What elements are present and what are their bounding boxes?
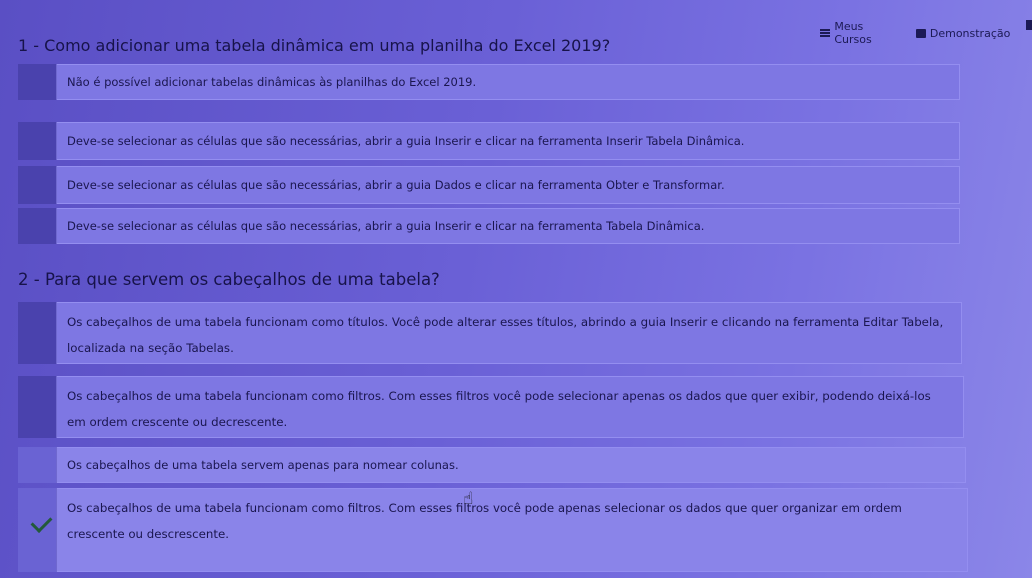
- demonstracao-label: Demonstração: [929, 26, 1011, 40]
- option-marker-selected[interactable]: [18, 488, 57, 572]
- option-marker[interactable]: [18, 166, 57, 204]
- option-marker[interactable]: [18, 302, 57, 364]
- question-1-option-4[interactable]: Deve-se selecionar as células que são ne…: [18, 208, 960, 244]
- check-icon: [30, 511, 53, 533]
- option-text: Deve-se selecionar as células que são ne…: [57, 122, 960, 160]
- meus-cursos-label: Meus Cursos: [834, 20, 872, 46]
- question-2-option-1[interactable]: Os cabeçalhos de uma tabela funcionam co…: [18, 302, 962, 364]
- question-2-option-3[interactable]: Os cabeçalhos de uma tabela servem apena…: [18, 447, 966, 483]
- option-text: Não é possível adicionar tabelas dinâmic…: [57, 64, 960, 100]
- question-1-option-3[interactable]: Deve-se selecionar as células que são ne…: [18, 166, 960, 204]
- demonstracao-link[interactable]: Demonstração: [915, 20, 1011, 46]
- truncated-icon: [1026, 20, 1032, 30]
- hand-cursor-icon: ☝: [463, 489, 474, 509]
- monitor-icon: [915, 28, 926, 38]
- list-icon: [820, 29, 831, 37]
- question-2-option-2[interactable]: Os cabeçalhos de uma tabela funcionam co…: [18, 376, 964, 438]
- option-text: Os cabeçalhos de uma tabela funcionam co…: [57, 488, 968, 572]
- option-text: Deve-se selecionar as células que são ne…: [57, 166, 960, 204]
- question-1-title: 1 - Como adicionar uma tabela dinâmica e…: [18, 36, 611, 55]
- option-text: Os cabeçalhos de uma tabela servem apena…: [57, 447, 966, 483]
- option-text: Os cabeçalhos de uma tabela funcionam co…: [57, 302, 962, 364]
- meus-cursos-link[interactable]: Meus Cursos: [820, 20, 900, 46]
- option-marker[interactable]: [18, 122, 57, 160]
- question-1-option-2[interactable]: Deve-se selecionar as células que são ne…: [18, 122, 960, 160]
- option-marker[interactable]: [18, 447, 57, 483]
- question-2-option-4[interactable]: Os cabeçalhos de uma tabela funcionam co…: [18, 488, 968, 572]
- option-marker[interactable]: [18, 376, 57, 438]
- option-marker[interactable]: [18, 208, 57, 244]
- option-marker[interactable]: [18, 64, 57, 100]
- option-text: Os cabeçalhos de uma tabela funcionam co…: [57, 376, 964, 438]
- question-1-option-1[interactable]: Não é possível adicionar tabelas dinâmic…: [18, 64, 960, 100]
- question-2-title: 2 - Para que servem os cabeçalhos de uma…: [18, 270, 440, 289]
- top-nav: Meus Cursos Demonstração: [820, 20, 1032, 46]
- option-text: Deve-se selecionar as células que são ne…: [57, 208, 960, 244]
